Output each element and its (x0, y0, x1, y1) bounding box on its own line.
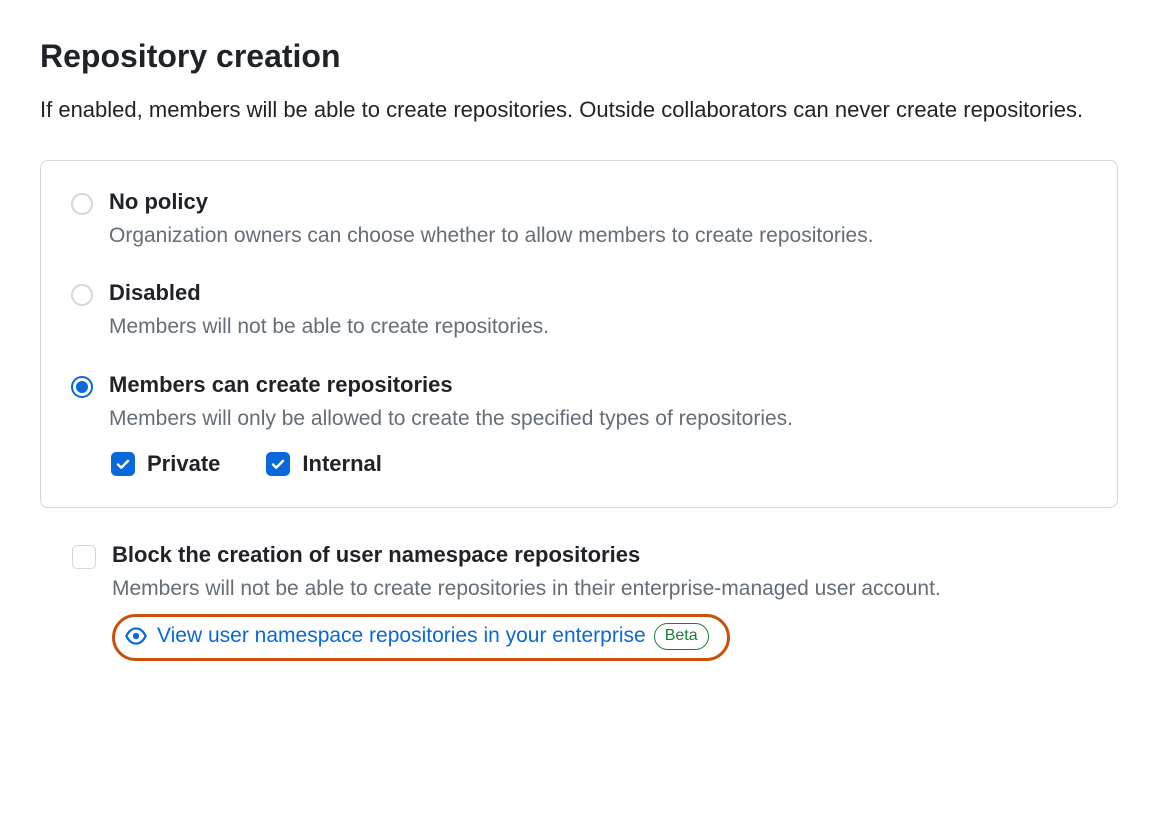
block-user-namespace-option: Block the creation of user namespace rep… (40, 542, 1118, 660)
view-link-text: View user namespace repositories in your… (157, 624, 646, 648)
repo-type-label: Private (147, 451, 220, 477)
policy-option-desc: Members will not be able to create repos… (109, 312, 1087, 341)
view-link-highlight: View user namespace repositories in your… (112, 614, 730, 661)
policy-option-title: No policy (109, 189, 1087, 215)
policy-option-no-policy[interactable]: No policy Organization owners can choose… (71, 189, 1087, 250)
beta-badge: Beta (654, 623, 709, 650)
eye-icon (125, 625, 147, 647)
checkbox-icon[interactable] (72, 545, 96, 569)
checkbox-icon[interactable] (111, 452, 135, 476)
radio-icon[interactable] (71, 284, 93, 306)
block-option-desc: Members will not be able to create repos… (112, 574, 1118, 603)
policy-option-desc: Organization owners can choose whether t… (109, 221, 1087, 250)
policy-box: No policy Organization owners can choose… (40, 160, 1118, 508)
section-description: If enabled, members will be able to crea… (40, 93, 1100, 126)
repo-type-label: Internal (302, 451, 381, 477)
repo-type-checkbox-row: Private Internal (111, 451, 1087, 477)
policy-option-title: Disabled (109, 280, 1087, 306)
radio-icon[interactable] (71, 376, 93, 398)
policy-option-title: Members can create repositories (109, 372, 1087, 398)
repo-type-internal[interactable]: Internal (266, 451, 381, 477)
policy-option-members-can-create[interactable]: Members can create repositories Members … (71, 372, 1087, 477)
section-heading: Repository creation (40, 38, 1118, 75)
checkbox-icon[interactable] (266, 452, 290, 476)
view-user-namespace-link[interactable]: View user namespace repositories in your… (125, 624, 646, 648)
radio-icon[interactable] (71, 193, 93, 215)
policy-option-desc: Members will only be allowed to create t… (109, 404, 1087, 433)
policy-option-disabled[interactable]: Disabled Members will not be able to cre… (71, 280, 1087, 341)
block-option-title: Block the creation of user namespace rep… (112, 542, 1118, 568)
repo-type-private[interactable]: Private (111, 451, 220, 477)
